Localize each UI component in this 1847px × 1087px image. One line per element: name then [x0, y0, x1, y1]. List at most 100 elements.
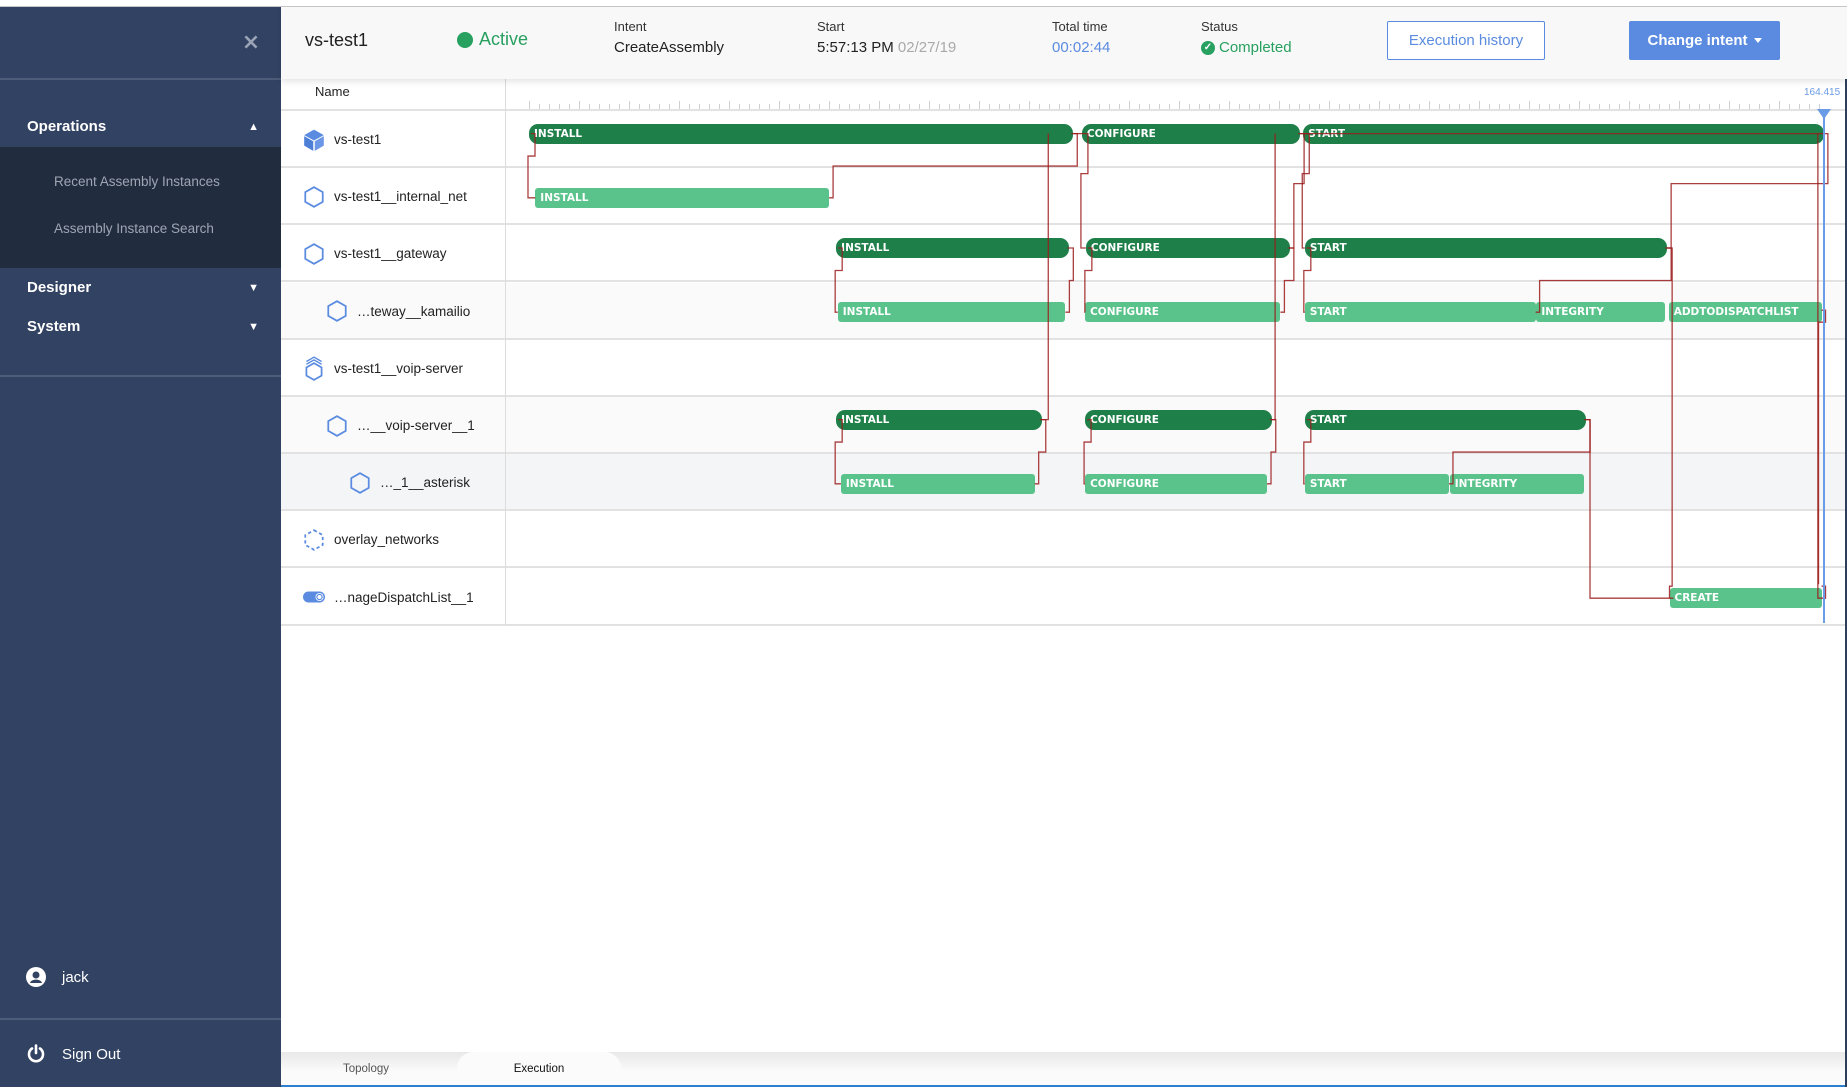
ruler-tick — [829, 101, 830, 109]
row-name-cell[interactable]: …nageDispatchList__1 — [302, 569, 474, 626]
dependency-link — [1289, 132, 1305, 249]
row-name-cell[interactable]: vs-test1__voip-server — [302, 340, 463, 397]
ruler-tick — [1359, 104, 1360, 109]
row-name-cell[interactable]: vs-test1__internal_net — [302, 168, 467, 225]
task-bar-start[interactable]: START — [1304, 409, 1586, 430]
dashed-hexagon-icon — [302, 528, 334, 552]
task-bar-integrity[interactable]: INTEGRITY — [1536, 302, 1665, 323]
sign-out-label: Sign Out — [62, 1045, 121, 1063]
row-name-cell[interactable]: vs-test1 — [302, 111, 381, 168]
row-name-cell[interactable]: …__voip-server__1 — [325, 397, 475, 454]
task-bar-configure[interactable]: CONFIGURE — [1085, 238, 1290, 258]
task-bar-addtodispatchlist[interactable]: ADDTODISPATCHLIST — [1668, 302, 1822, 323]
ruler-tick — [1319, 104, 1320, 109]
ruler-tick — [1079, 101, 1080, 109]
task-bar-install[interactable]: INSTALL — [840, 473, 1035, 494]
user-profile[interactable]: jack — [26, 962, 89, 992]
ruler-tick — [1349, 104, 1350, 109]
ruler-tick — [999, 104, 1000, 109]
sidebar-section-designer[interactable]: Designer ▼ — [0, 268, 281, 308]
sidebar-divider — [0, 375, 281, 377]
ruler-tick — [699, 104, 700, 109]
sidebar-section-operations[interactable]: Operations ▲ — [0, 107, 281, 147]
ruler-tick — [1709, 104, 1710, 109]
ruler-tick — [599, 104, 600, 109]
change-intent-button[interactable]: Change intent — [1629, 21, 1780, 60]
chevron-up-icon: ▲ — [248, 121, 259, 133]
ruler-tick — [819, 104, 820, 109]
ruler-tick — [1589, 104, 1590, 109]
total-time-field: Total time 00:02:44 — [1052, 19, 1110, 56]
ruler-tick — [549, 104, 550, 109]
ruler-tick — [1069, 104, 1070, 109]
ruler-tick — [1809, 104, 1810, 109]
execution-history-button[interactable]: Execution history — [1387, 21, 1545, 60]
row-name-cell[interactable]: vs-test1__gateway — [302, 225, 447, 282]
ruler-tick — [559, 104, 560, 109]
ruler-tick — [1579, 101, 1580, 109]
ruler-tick — [1639, 104, 1640, 109]
ruler-tick — [529, 101, 530, 109]
ruler-tick — [539, 104, 540, 109]
task-bar-integrity[interactable]: INTEGRITY — [1449, 473, 1584, 494]
ruler-tick — [1249, 104, 1250, 109]
sidebar-item-recent-assembly-instances[interactable]: Recent Assembly Instances — [54, 174, 220, 189]
ruler-tick — [629, 101, 630, 109]
task-bar-start[interactable]: START — [1303, 123, 1824, 144]
ruler-tick — [1539, 104, 1540, 109]
hexagon-icon — [325, 299, 357, 323]
instance-header: vs-test1 Active Intent CreateAssembly St… — [281, 7, 1847, 79]
ruler-tick — [1119, 104, 1120, 109]
task-bar-install[interactable]: INSTALL — [836, 238, 1070, 258]
ruler-tick — [1039, 104, 1040, 109]
row-name-cell[interactable]: …_1__asterisk — [348, 454, 470, 511]
task-bar-install[interactable]: INSTALL — [529, 123, 1074, 144]
task-bar-start[interactable]: START — [1304, 238, 1668, 258]
ruler-tick — [589, 104, 590, 109]
ruler-tick — [1479, 101, 1480, 109]
ruler-tick — [1699, 104, 1700, 109]
task-bar-start[interactable]: START — [1304, 302, 1536, 323]
ruler-tick — [1469, 104, 1470, 109]
close-icon[interactable]: × — [241, 32, 261, 54]
sidebar: × Operations ▲ Recent Assembly Instances… — [0, 7, 281, 1087]
current-time-marker-icon[interactable] — [1817, 109, 1831, 119]
row-name-cell[interactable]: …teway__kamailio — [325, 283, 470, 340]
ruler-tick — [1619, 104, 1620, 109]
total-time-label: Total time — [1052, 19, 1108, 34]
ruler-tick — [1549, 104, 1550, 109]
execution-history-label: Execution history — [1408, 32, 1524, 49]
change-intent-label: Change intent — [1647, 32, 1748, 49]
status-value: ✓ Completed — [1201, 39, 1292, 56]
task-bar-configure[interactable]: CONFIGURE — [1085, 409, 1272, 430]
task-bar-create[interactable]: CREATE — [1669, 588, 1822, 609]
task-bar-install[interactable]: INSTALL — [837, 302, 1066, 323]
row-name: vs-test1__internal_net — [334, 189, 467, 205]
ruler-tick — [789, 104, 790, 109]
task-bar-install[interactable]: INSTALL — [535, 187, 830, 208]
ruler-tick — [809, 104, 810, 109]
task-bar-install[interactable]: INSTALL — [836, 409, 1042, 430]
row-name: vs-test1 — [334, 132, 382, 147]
task-bar-configure[interactable]: CONFIGURE — [1085, 302, 1281, 323]
timeline[interactable]: 164.415 INSTALL CONFIGURE START INSTALL INST… — [527, 79, 1847, 625]
sidebar-section-system[interactable]: System ▼ — [0, 307, 281, 347]
chevron-down-icon: ▼ — [248, 321, 259, 333]
sign-out-button[interactable]: Sign Out — [26, 1039, 120, 1069]
ruler-tick — [939, 104, 940, 109]
ruler-tick — [759, 104, 760, 109]
toggle-icon — [302, 590, 334, 604]
ruler-tick — [1799, 104, 1800, 109]
row-name-cell[interactable]: overlay_networks — [302, 511, 439, 568]
sidebar-item-assembly-instance-search[interactable]: Assembly Instance Search — [54, 221, 214, 236]
chevron-down-icon: ▼ — [248, 282, 259, 294]
tab-label: Topology — [342, 1062, 390, 1075]
tab-topology[interactable]: Topology — [281, 1052, 451, 1085]
ruler-tick — [929, 101, 930, 109]
task-bar-configure[interactable]: CONFIGURE — [1085, 473, 1267, 494]
row-name: vs-test1__voip-server — [334, 360, 464, 376]
current-time-line[interactable] — [1823, 109, 1825, 623]
tab-execution[interactable]: Execution — [457, 1052, 621, 1085]
task-bar-start[interactable]: START — [1304, 473, 1449, 494]
task-bar-configure[interactable]: CONFIGURE — [1081, 123, 1301, 144]
